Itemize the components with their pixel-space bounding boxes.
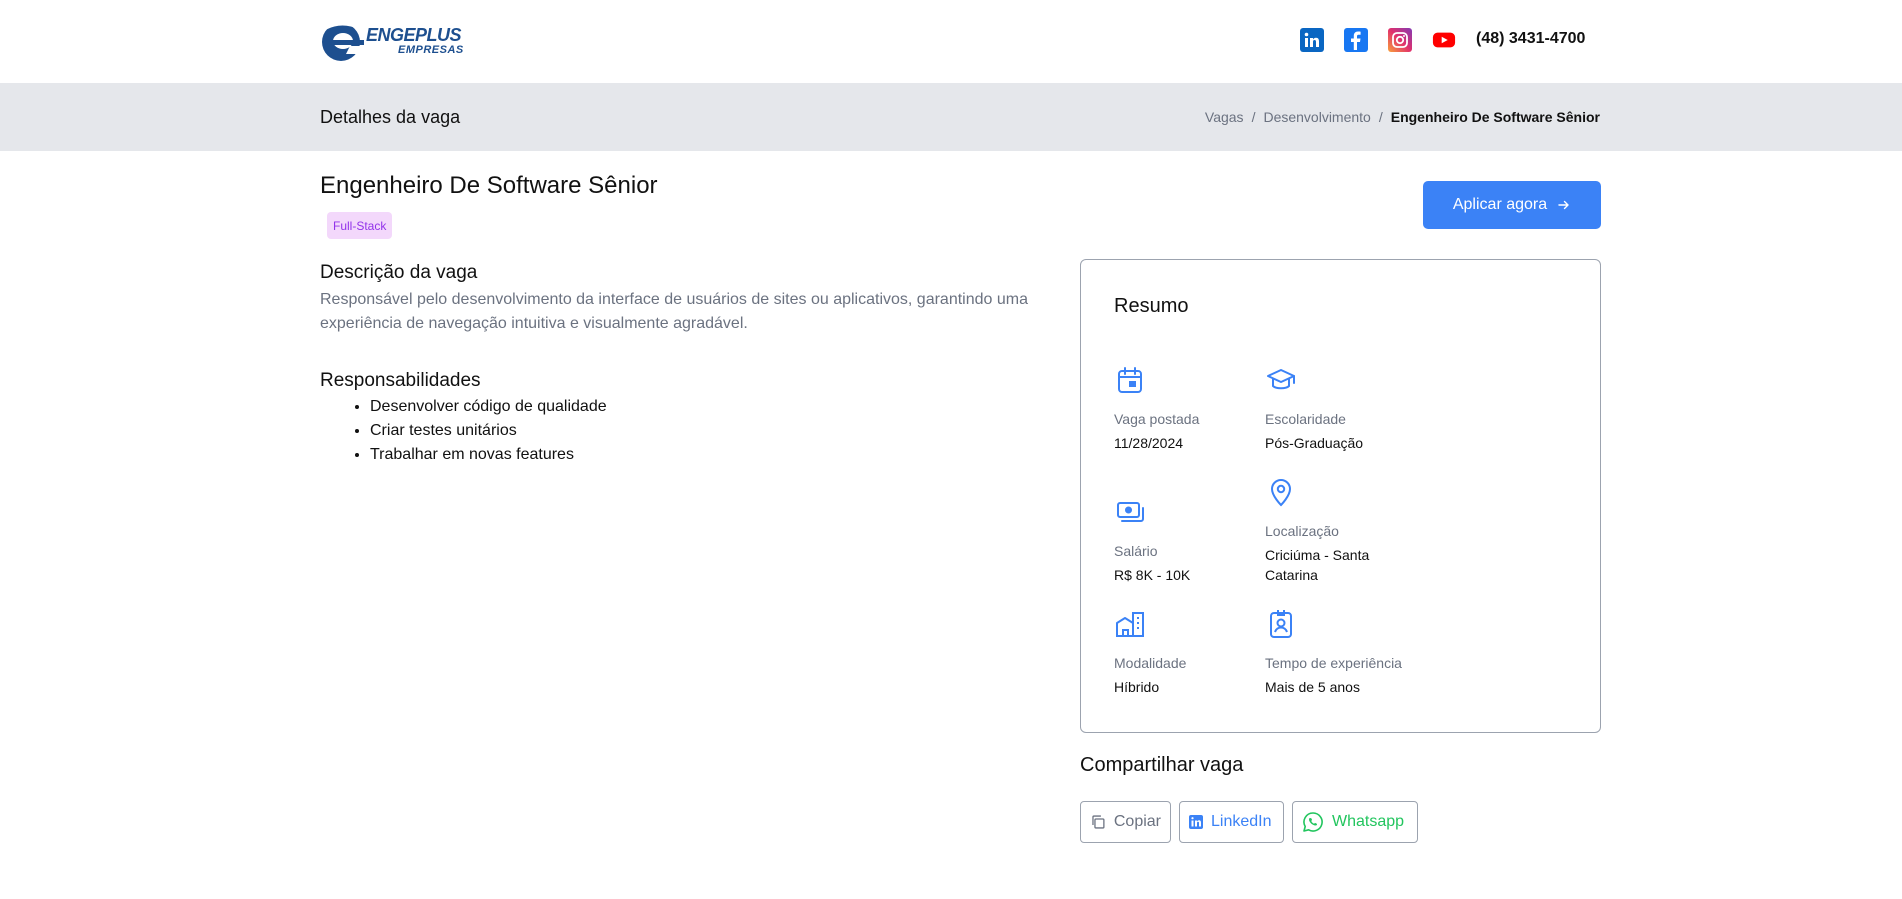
summary-item-education: Escolaridade Pós-Graduação (1265, 364, 1425, 453)
breadcrumb-separator: / (1378, 109, 1383, 125)
id-badge-icon (1270, 610, 1292, 638)
apply-now-button[interactable]: Aplicar agora (1423, 181, 1601, 229)
summary-label: Vaga postada (1114, 411, 1200, 427)
youtube-icon[interactable] (1432, 28, 1456, 52)
summary-value: R$ 8K - 10K (1114, 567, 1191, 583)
logo-mark-icon (322, 22, 364, 61)
arrow-right-icon (1558, 200, 1569, 210)
summary-value: 11/28/2024 (1114, 435, 1184, 451)
summary-value: Mais de 5 anos (1265, 679, 1360, 695)
logo-main-text: ENGEPLUS (366, 25, 462, 45)
map-pin-icon (1270, 479, 1292, 507)
breadcrumb-separator: / (1251, 109, 1256, 125)
summary-value: Híbrido (1114, 679, 1160, 695)
copy-icon (1092, 815, 1105, 829)
summary-item-location: Localização Criciúma - Santa Catarina (1265, 476, 1425, 585)
linkedin-icon[interactable] (1300, 28, 1324, 52)
logo-sub-text: EMPRESAS (398, 44, 464, 56)
job-description: Responsável pelo desenvolvimento da inte… (320, 291, 1028, 332)
copy-label: Copiar (1113, 813, 1161, 830)
summary-value: Pós-Graduação (1265, 435, 1364, 451)
job-title: Engenheiro De Software Sênior (320, 172, 658, 199)
engeplus-logo[interactable]: ENGEPLUS EMPRESAS (320, 18, 465, 64)
summary-item-experience: Tempo de experiência Mais de 5 anos (1265, 608, 1425, 697)
calendar-icon (1118, 367, 1142, 393)
breadcrumb: Vagas / Desenvolvimento / Engenheiro De … (1205, 109, 1600, 125)
share-heading: Compartilhar vaga (1080, 754, 1244, 776)
whatsapp-icon (1303, 812, 1323, 832)
instagram-icon[interactable] (1388, 28, 1412, 52)
page-title-band: Detalhes da vaga Vagas / Desenvolvimento… (0, 83, 1902, 151)
money-icon (1117, 502, 1144, 522)
breadcrumb-vagas[interactable]: Vagas (1205, 109, 1244, 125)
summary-label: Tempo de experiência (1265, 655, 1402, 671)
summary-label: Modalidade (1114, 655, 1187, 671)
linkedin-label: LinkedIn (1211, 813, 1272, 830)
breadcrumb-current: Engenheiro De Software Sênior (1390, 109, 1600, 125)
apply-now-label: Aplicar agora (1452, 196, 1548, 213)
summary-card: Resumo Vaga postada 11/28/2024 Escolarid… (1080, 259, 1601, 733)
summary-label: Escolaridade (1265, 411, 1346, 427)
summary-label: Salário (1114, 543, 1158, 559)
facebook-icon[interactable] (1344, 28, 1368, 52)
summary-label: Localização (1265, 523, 1339, 539)
list-item: Criar testes unitários (370, 419, 607, 443)
summary-title: Resumo (1114, 295, 1189, 317)
description-heading: Descrição da vaga (320, 262, 478, 283)
graduation-cap-icon (1267, 369, 1295, 390)
share-whatsapp-button[interactable]: Whatsapp (1292, 801, 1418, 843)
list-item: Desenvolver código de qualidade (370, 395, 607, 419)
page-title: Detalhes da vaga (320, 107, 461, 127)
summary-value: Criciúma - Santa Catarina (1265, 547, 1370, 583)
responsibilities-list: Desenvolver código de qualidade Criar te… (370, 395, 607, 467)
building-icon (1116, 612, 1144, 637)
list-item: Trabalhar em novas features (370, 443, 607, 467)
linkedin-icon (1189, 815, 1203, 829)
summary-item-posted: Vaga postada 11/28/2024 (1114, 364, 1274, 453)
top-header: ENGEPLUS EMPRESAS (48) 3431-4700 (0, 0, 1902, 83)
breadcrumb-desenvolvimento[interactable]: Desenvolvimento (1263, 109, 1370, 125)
responsibilities-heading: Responsabilidades (320, 370, 481, 391)
phone-number[interactable]: (48) 3431-4700 (1476, 30, 1585, 48)
category-tag: Full-Stack (327, 212, 393, 239)
whatsapp-label: Whatsapp (1332, 813, 1405, 830)
copy-button[interactable]: Copiar (1080, 801, 1171, 843)
summary-item-salary: Salário R$ 8K - 10K (1114, 496, 1274, 585)
share-linkedin-button[interactable]: LinkedIn (1179, 801, 1284, 843)
summary-item-modality: Modalidade Híbrido (1114, 608, 1274, 697)
